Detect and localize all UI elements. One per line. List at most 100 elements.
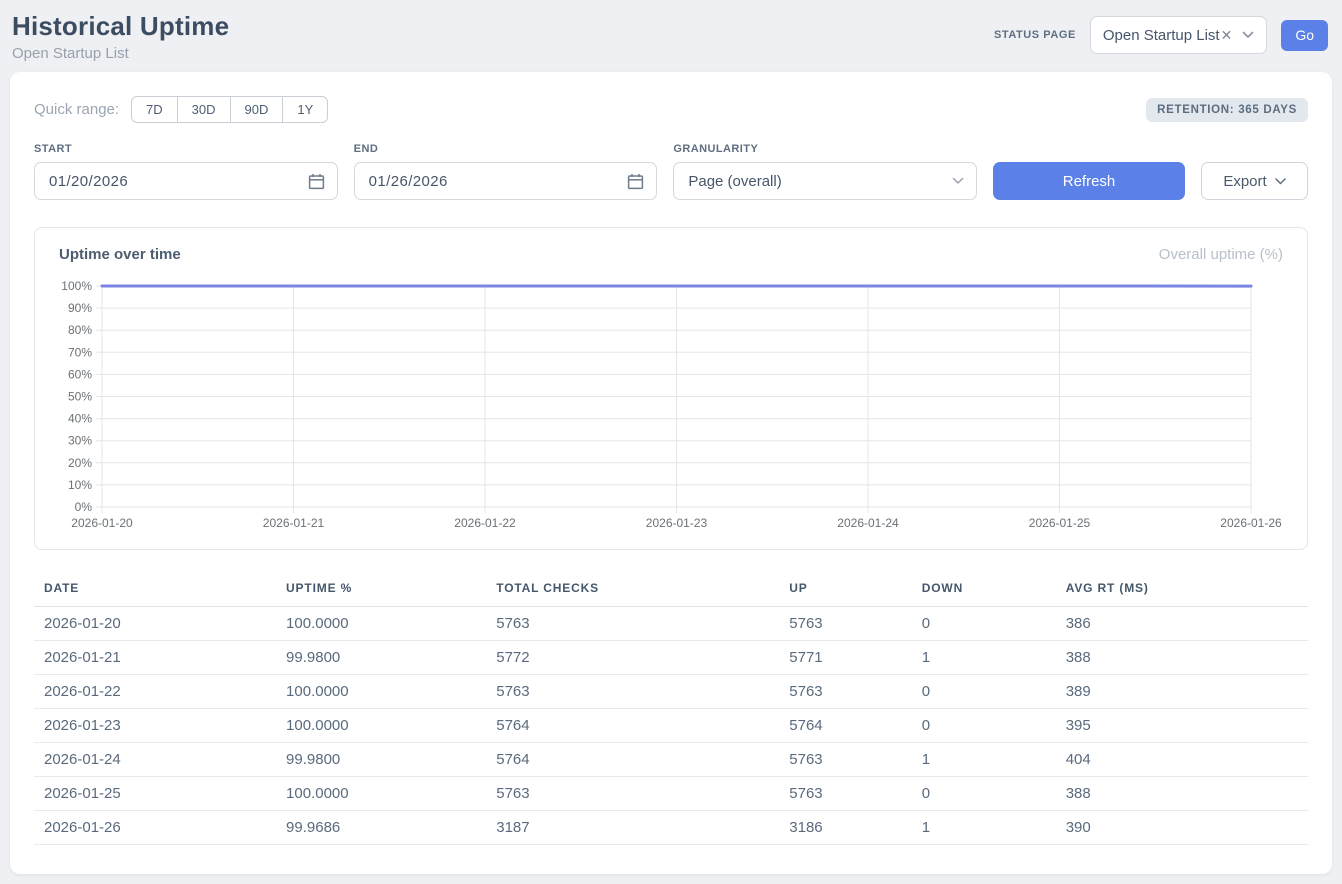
y-axis-tick-label: 0%: [75, 500, 93, 514]
main-panel: Quick range: 7D30D90D1Y RETENTION: 365 D…: [10, 72, 1332, 874]
start-date-input[interactable]: [49, 173, 308, 190]
granularity-label: GRANULARITY: [673, 143, 977, 155]
start-field: START: [34, 143, 338, 200]
column-header: DOWN: [912, 572, 1056, 607]
retention-badge: RETENTION: 365 DAYS: [1146, 98, 1308, 122]
x-axis-tick-label: 2026-01-22: [454, 516, 516, 530]
table-cell: 99.9800: [276, 641, 486, 675]
x-axis-tick-label: 2026-01-25: [1029, 516, 1091, 530]
uptime-line-chart: 0%10%20%30%40%50%60%70%80%90%100%2026-01…: [35, 275, 1307, 539]
table-cell: 100.0000: [276, 777, 486, 811]
table-cell: 1: [912, 743, 1056, 777]
end-date-input[interactable]: [369, 173, 628, 190]
table-cell: 5764: [486, 709, 779, 743]
table-cell: 99.9800: [276, 743, 486, 777]
x-axis-tick-label: 2026-01-20: [71, 516, 133, 530]
calendar-icon[interactable]: [308, 173, 325, 190]
export-button[interactable]: Export: [1201, 162, 1308, 200]
table-cell: 3186: [779, 811, 911, 845]
table-cell: 2026-01-25: [34, 777, 276, 811]
y-axis-tick-label: 60%: [68, 367, 92, 381]
go-button[interactable]: Go: [1281, 20, 1328, 51]
y-axis-tick-label: 70%: [68, 345, 92, 359]
start-label: START: [34, 143, 338, 155]
table-cell: 2026-01-20: [34, 607, 276, 641]
column-header: DATE: [34, 572, 276, 607]
granularity-field: GRANULARITY Page (overall): [673, 143, 977, 200]
chevron-down-icon: [1275, 178, 1286, 185]
table-cell: 2026-01-24: [34, 743, 276, 777]
y-axis-tick-label: 30%: [68, 434, 92, 448]
column-header: UPTIME %: [276, 572, 486, 607]
table-cell: 2026-01-22: [34, 675, 276, 709]
status-page-select[interactable]: Open Startup List ✕: [1090, 16, 1267, 54]
table-cell: 5764: [779, 709, 911, 743]
quick-range-label: Quick range:: [34, 101, 119, 118]
table-cell: 2026-01-23: [34, 709, 276, 743]
table-cell: 395: [1056, 709, 1308, 743]
table-row: 2026-01-22100.0000576357630389: [34, 675, 1308, 709]
export-label: Export: [1223, 173, 1266, 190]
status-page-label: STATUS PAGE: [994, 29, 1076, 41]
chart-card: Uptime over time Overall uptime (%) 0% 10…: [34, 227, 1308, 550]
chart-legend: Overall uptime (%): [1159, 246, 1283, 263]
table-cell: 0: [912, 607, 1056, 641]
column-header: AVG RT (MS): [1056, 572, 1308, 607]
table-cell: 5763: [486, 675, 779, 709]
y-axis-tick-label: 10%: [68, 478, 92, 492]
table-row: 2026-01-2199.9800577257711388: [34, 641, 1308, 675]
y-axis-tick-label: 40%: [68, 412, 92, 426]
table-row: 2026-01-23100.0000576457640395: [34, 709, 1308, 743]
table-cell: 0: [912, 675, 1056, 709]
table-cell: 0: [912, 777, 1056, 811]
y-axis-tick-label: 100%: [61, 279, 92, 293]
quick-range-30d-button[interactable]: 30D: [177, 96, 231, 123]
table-cell: 100.0000: [276, 675, 486, 709]
table-cell: 5763: [486, 607, 779, 641]
x-axis-tick-label: 2026-01-24: [837, 516, 899, 530]
x-axis-tick-label: 2026-01-23: [646, 516, 708, 530]
table-cell: 1: [912, 641, 1056, 675]
quick-range-7d-button[interactable]: 7D: [131, 96, 178, 123]
table-row: 2026-01-20100.0000576357630386: [34, 607, 1308, 641]
chart-title: Uptime over time: [59, 246, 181, 263]
granularity-value: Page (overall): [688, 173, 781, 190]
filters-row: START END GRANULARITY Page (overall) Ref…: [34, 143, 1308, 200]
chevron-down-icon: [1242, 31, 1254, 39]
table-cell: 100.0000: [276, 607, 486, 641]
table-cell: 100.0000: [276, 709, 486, 743]
table-cell: 2026-01-21: [34, 641, 276, 675]
calendar-icon[interactable]: [627, 173, 644, 190]
y-axis-tick-label: 20%: [68, 456, 92, 470]
table-row: 2026-01-2499.9800576457631404: [34, 743, 1308, 777]
clear-icon[interactable]: ✕: [1221, 27, 1233, 44]
end-label: END: [354, 143, 658, 155]
table-cell: 5772: [486, 641, 779, 675]
table-cell: 390: [1056, 811, 1308, 845]
table-header-row: DATEUPTIME %TOTAL CHECKSUPDOWNAVG RT (MS…: [34, 572, 1308, 607]
table-row: 2026-01-25100.0000576357630388: [34, 777, 1308, 811]
granularity-select[interactable]: Page (overall): [673, 162, 977, 200]
y-axis-tick-label: 50%: [68, 390, 92, 404]
refresh-button[interactable]: Refresh: [993, 162, 1185, 200]
header-right: STATUS PAGE Open Startup List ✕ Go: [994, 16, 1328, 54]
quick-range-1y-button[interactable]: 1Y: [282, 96, 328, 123]
quick-range-group: 7D30D90D1Y: [131, 96, 328, 123]
end-date-box[interactable]: [354, 162, 658, 200]
table-cell: 99.9686: [276, 811, 486, 845]
table-cell: 389: [1056, 675, 1308, 709]
y-axis-tick-label: 90%: [68, 301, 92, 315]
quick-range-90d-button[interactable]: 90D: [230, 96, 284, 123]
status-page-value: Open Startup List: [1103, 27, 1220, 44]
column-header: UP: [779, 572, 911, 607]
end-field: END: [354, 143, 658, 200]
column-header: TOTAL CHECKS: [486, 572, 779, 607]
quick-range-row: Quick range: 7D30D90D1Y RETENTION: 365 D…: [34, 96, 1308, 123]
table-cell: 5771: [779, 641, 911, 675]
table-row: 2026-01-2699.9686318731861390: [34, 811, 1308, 845]
page-header: Historical Uptime Open Startup List STAT…: [0, 0, 1342, 72]
table-cell: 5764: [486, 743, 779, 777]
table-cell: 388: [1056, 777, 1308, 811]
uptime-table: DATEUPTIME %TOTAL CHECKSUPDOWNAVG RT (MS…: [34, 572, 1308, 845]
start-date-box[interactable]: [34, 162, 338, 200]
